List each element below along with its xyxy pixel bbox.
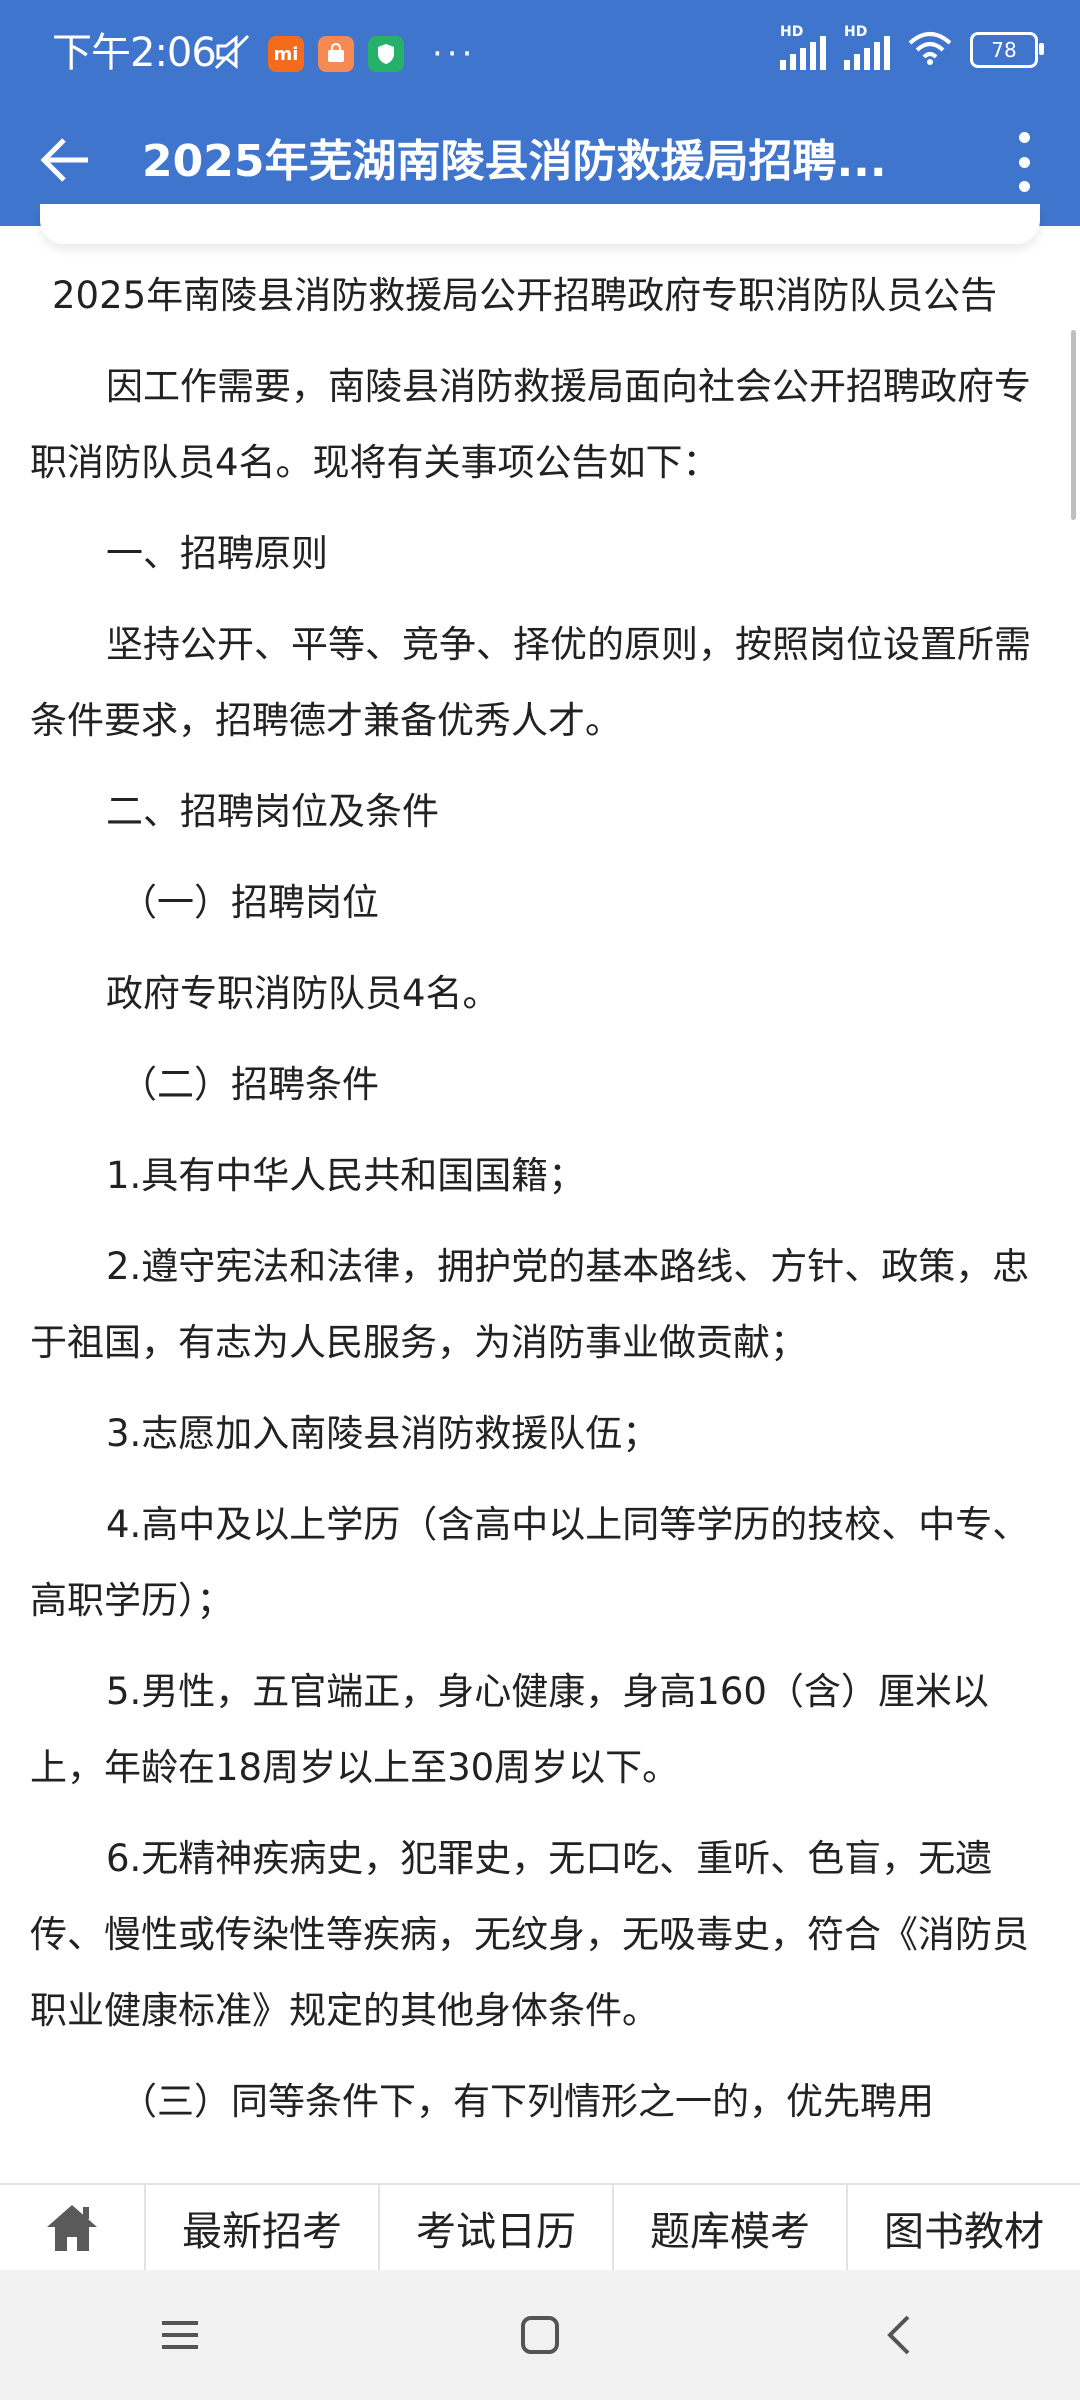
cellular-signal-icon: HD — [780, 24, 826, 70]
subsection-heading: （一）招聘岗位 — [120, 881, 379, 924]
article-heading: 2025年南陵县消防救援局公开招聘政府专职消防队员公告 — [52, 274, 998, 317]
cellular-signal-2-icon: HD — [844, 24, 890, 70]
subsection-heading: （三）同等条件下，有下列情形之一的，优先聘用 — [120, 2080, 934, 2123]
list-item: 2.遵守宪法和法律，拥护党的基本路线、方针、政策，忠于祖国，有志为人民服务，为消… — [30, 1245, 1030, 1364]
home-icon[interactable] — [0, 2185, 144, 2271]
article-paragraph: 政府专职消防队员4名。 — [106, 972, 500, 1015]
tab-latest-exams[interactable]: 最新招考 — [144, 2185, 378, 2271]
section-heading: 二、招聘岗位及条件 — [106, 790, 439, 833]
tab-exam-calendar[interactable]: 考试日历 — [378, 2185, 612, 2271]
security-icon — [368, 36, 404, 72]
status-bar: 下午2:06 mi ··· HD HD 78 — [0, 0, 1080, 108]
section-heading: 一、招聘原则 — [106, 532, 328, 575]
list-item: 1.具有中华人民共和国国籍； — [106, 1154, 586, 1197]
system-navigation-bar — [0, 2270, 1080, 2400]
back-chevron-icon[interactable] — [860, 2295, 940, 2375]
mi-app-icon: mi — [268, 36, 304, 72]
more-notifications-icon: ··· — [432, 34, 477, 74]
article-body: 2025年南陵县消防救援局公开招聘政府专职消防队员公告 因工作需要，南陵县消防救… — [30, 258, 1040, 2155]
scrollbar[interactable] — [1071, 330, 1076, 520]
list-item: 3.志愿加入南陵县消防救援队伍； — [106, 1412, 660, 1455]
article-paragraph: 坚持公开、平等、竞争、择优的原则，按照岗位设置所需条件要求，招聘德才兼备优秀人才… — [30, 623, 1031, 742]
system-indicators: HD HD 78 — [780, 24, 1044, 70]
mute-icon — [212, 32, 254, 76]
status-time: 下午2:06 — [52, 30, 217, 76]
list-item: 6.无精神疾病史，犯罪史，无口吃、重听、色盲，无遗传、慢性或传染性等疾病，无纹身… — [30, 1837, 1029, 2032]
wifi-icon — [908, 31, 952, 69]
battery-icon: 78 — [970, 32, 1044, 68]
back-arrow-icon[interactable] — [36, 130, 96, 190]
subsection-heading: （二）招聘条件 — [120, 1063, 379, 1106]
bottom-tab-bar: 最新招考 考试日历 题库模考 图书教材 — [0, 2183, 1080, 2271]
list-item: 4.高中及以上学历（含高中以上同等学历的技校、中专、高职学历）； — [30, 1503, 1030, 1622]
recents-menu-icon[interactable] — [140, 2295, 220, 2375]
app-header: 下午2:06 mi ··· HD HD 78 2025年芜湖南陵县消防救援局招聘… — [0, 0, 1080, 226]
article-paragraph: 因工作需要，南陵县消防救援局面向社会公开招聘政府专职消防队员4名。现将有关事项公… — [30, 365, 1031, 484]
tab-question-bank[interactable]: 题库模考 — [612, 2185, 846, 2271]
store-icon — [318, 36, 354, 72]
overflow-menu-icon[interactable] — [1016, 132, 1032, 192]
header-card-edge — [40, 204, 1040, 244]
tab-books[interactable]: 图书教材 — [846, 2185, 1080, 2271]
list-item: 5.男性，五官端正，身心健康，身高160（含）厘米以上，年龄在18周岁以上至30… — [30, 1670, 989, 1789]
page-title: 2025年芜湖南陵县消防救援局招聘... — [142, 136, 887, 187]
notification-icons: mi — [212, 32, 404, 76]
home-square-icon[interactable] — [500, 2295, 580, 2375]
